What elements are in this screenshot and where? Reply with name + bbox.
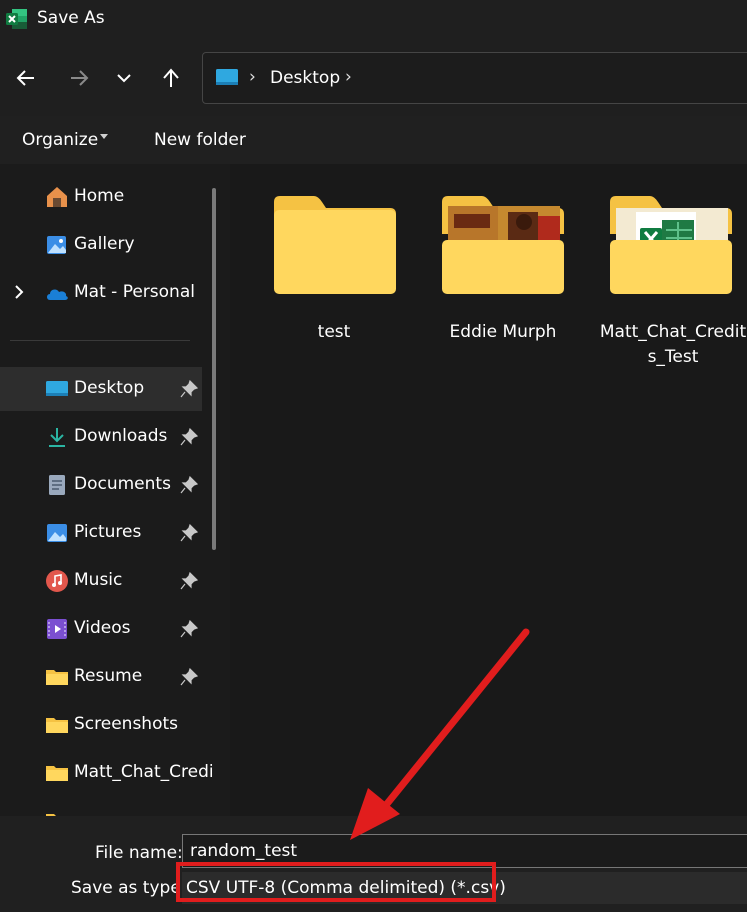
annotation-highlight-box: [176, 862, 496, 902]
arrow-up-icon: [163, 68, 179, 87]
onedrive-cloud-icon: [47, 289, 68, 300]
sidebar-item-music[interactable]: Music: [0, 559, 202, 603]
pin-icon[interactable]: [180, 524, 198, 542]
sidebar-item-downloads[interactable]: Downloads: [0, 415, 202, 459]
excel-icon: [6, 9, 27, 29]
forward-button[interactable]: [63, 62, 95, 94]
folder-excel-icon: [610, 196, 732, 294]
new-folder-button[interactable]: New folder: [154, 130, 246, 150]
folder-icon: [46, 766, 68, 781]
command-bar: Organize New folder: [0, 116, 747, 164]
sidebar-item-documents[interactable]: Documents: [0, 463, 202, 507]
music-icon: [46, 570, 68, 592]
sidebar-item-label: Desktop: [74, 378, 145, 398]
breadcrumb-separator[interactable]: ›: [345, 67, 352, 87]
pin-icon[interactable]: [180, 620, 198, 638]
arrow-left-icon: [16, 70, 34, 86]
sidebar-item-label: Videos: [74, 618, 131, 638]
save-as-type-label: Save as type:: [71, 878, 187, 898]
sidebar-item-label: Pictures: [74, 522, 142, 542]
document-icon: [49, 475, 65, 495]
sidebar-item-gallery[interactable]: Gallery: [0, 223, 202, 267]
desktop-icon: [46, 381, 68, 396]
folder-icon: [274, 196, 396, 294]
navigation-pane: Home Gallery Mat - Personal Desktop Down…: [0, 164, 230, 816]
sidebar-item-matt-chat-credits[interactable]: Matt_Chat_Credi: [0, 751, 214, 795]
pin-icon[interactable]: [180, 476, 198, 494]
folder-name: Eddie Murph: [449, 322, 557, 342]
sidebar-item-label: Downloads: [74, 426, 168, 446]
sidebar-item-onedrive[interactable]: Mat - Personal: [0, 271, 202, 315]
folder-name: test: [317, 322, 351, 342]
download-icon: [49, 428, 65, 447]
file-name-label: File name:: [95, 843, 183, 863]
vertical-scrollbar[interactable]: [212, 188, 216, 550]
sidebar-item-label: Music: [74, 570, 123, 590]
folder-icon: [46, 670, 68, 685]
sidebar-item-label: Documents: [74, 474, 171, 494]
file-list: test Eddie Murph Matt_Chat_Credits_Test: [230, 164, 747, 816]
desktop-icon: [216, 69, 238, 85]
pin-icon[interactable]: [180, 428, 198, 446]
breadcrumb-separator: ›: [249, 67, 256, 87]
save-form: File name: Save as type: CSV UTF-8 (Comm…: [0, 816, 747, 912]
breadcrumb-desktop[interactable]: Desktop: [270, 68, 340, 88]
divider: [10, 340, 190, 341]
folder-icon: [46, 814, 68, 816]
address-bar[interactable]: › Desktop ›: [202, 52, 747, 104]
pictures-icon: [47, 524, 67, 542]
window-title: Save As: [37, 8, 105, 28]
videos-icon: [47, 619, 67, 639]
folder-name: Matt_Chat_Credits_Test: [599, 322, 747, 367]
chevron-down-icon: [117, 74, 131, 83]
up-button[interactable]: [155, 62, 187, 94]
sidebar-item-label: Screenshots: [74, 714, 179, 734]
pin-icon[interactable]: [180, 572, 198, 590]
sidebar-item-home[interactable]: Home: [0, 175, 202, 219]
sidebar-item-partial[interactable]: [0, 799, 202, 816]
pin-icon[interactable]: [180, 668, 198, 686]
sidebar-item-label: Gallery: [74, 234, 135, 254]
sidebar-item-screenshots[interactable]: Screenshots: [0, 703, 202, 747]
folder-image-icon: [442, 196, 564, 294]
back-button[interactable]: [10, 62, 42, 94]
sidebar-item-desktop[interactable]: Desktop: [0, 367, 202, 411]
sidebar-item-label: Mat - Personal: [74, 282, 195, 302]
organize-button[interactable]: Organize: [22, 130, 98, 150]
sidebar-item-label: Matt_Chat_Credi: [74, 762, 214, 782]
recent-locations-button[interactable]: [108, 62, 140, 94]
sidebar-item-label: Resume: [74, 666, 143, 686]
home-icon: [47, 187, 67, 207]
sidebar-item-label: Home: [74, 186, 125, 206]
sidebar-item-resume[interactable]: Resume: [0, 655, 202, 699]
title-bar: Save As: [0, 0, 747, 40]
arrow-right-icon: [71, 70, 89, 86]
caret-down-icon: [100, 134, 108, 139]
sidebar-item-pictures[interactable]: Pictures: [0, 511, 202, 555]
folder-icon: [46, 718, 68, 733]
sidebar-item-videos[interactable]: Videos: [0, 607, 202, 651]
chevron-right-icon[interactable]: [12, 284, 26, 300]
pin-icon[interactable]: [180, 380, 198, 398]
gallery-icon: [47, 236, 66, 254]
